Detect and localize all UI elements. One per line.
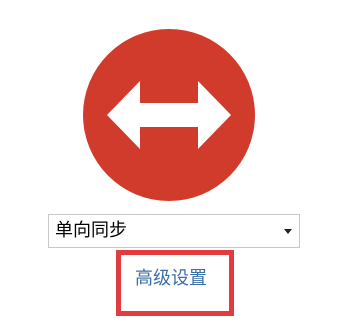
sync-mode-value: 单向同步 xyxy=(55,220,127,241)
two-way-arrow-icon xyxy=(83,29,255,201)
sync-mode-select[interactable]: 单向同步 xyxy=(48,214,300,248)
dropdown-arrow-icon[interactable] xyxy=(277,215,299,247)
advanced-settings-link[interactable]: 高级设置 xyxy=(135,266,207,292)
sync-panel: 单向同步 高级设置 xyxy=(0,0,345,332)
